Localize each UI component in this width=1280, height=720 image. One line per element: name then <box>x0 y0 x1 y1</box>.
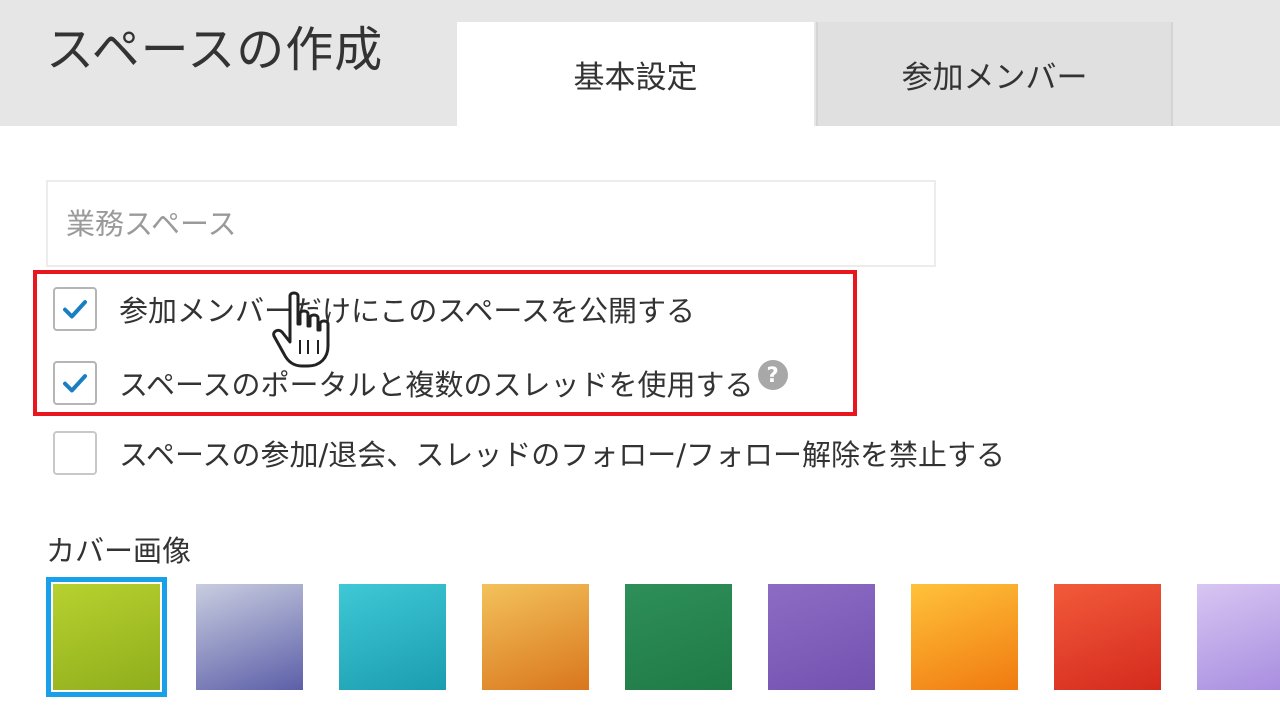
cover-swatch-orange-floral[interactable] <box>482 584 589 690</box>
question-icon[interactable]: ? <box>757 360 788 390</box>
checkmark-icon <box>63 300 87 319</box>
cover-swatch-lilac-flowers[interactable] <box>1197 584 1280 690</box>
checkmark-icon <box>63 374 87 393</box>
tab-members[interactable]: 参加メンバー <box>816 22 1173 126</box>
cover-swatch-orange-lily[interactable] <box>911 584 1018 690</box>
cover-swatch-purple-texture[interactable] <box>768 584 875 690</box>
cover-image-label: カバー画像 <box>46 534 192 568</box>
option-members-only[interactable]: 参加メンバーだけにこのスペースを公開する <box>53 286 695 332</box>
prohibit-join-leave-label: スペースの参加/退会、スレッドのフォロー/フォロー解除を禁止する <box>119 438 1006 472</box>
option-prohibit-join-leave[interactable]: スペースの参加/退会、スレッドのフォロー/フォロー解除を禁止する <box>53 430 1005 476</box>
option-portal-threads[interactable]: スペースのポータルと複数のスレッドを使用する ? <box>53 360 788 406</box>
portal-threads-checkbox[interactable] <box>53 361 97 405</box>
tab-basic-settings[interactable]: 基本設定 <box>457 22 814 126</box>
page-title: スペースの作成 <box>46 22 384 78</box>
cover-swatch-lavender-gradient[interactable] <box>196 584 303 690</box>
tab-basic-settings-label: 基本設定 <box>573 59 698 96</box>
space-name-input[interactable] <box>46 180 936 267</box>
members-only-checkbox[interactable] <box>53 287 97 331</box>
cover-swatch-red-carnation[interactable] <box>1054 584 1161 690</box>
cover-swatch-green-texture[interactable] <box>625 584 732 690</box>
cover-swatch-turquoise-water[interactable] <box>339 584 446 690</box>
tab-members-label: 参加メンバー <box>901 59 1088 96</box>
members-only-label: 参加メンバーだけにこのスペースを公開する <box>119 294 695 328</box>
portal-threads-label: スペースのポータルと複数のスレッドを使用する <box>119 368 754 402</box>
cover-swatch-lime-green-texture[interactable] <box>46 577 167 697</box>
header-bar: スペースの作成 基本設定 参加メンバー <box>0 0 1280 126</box>
prohibit-join-leave-checkbox[interactable] <box>53 431 97 475</box>
